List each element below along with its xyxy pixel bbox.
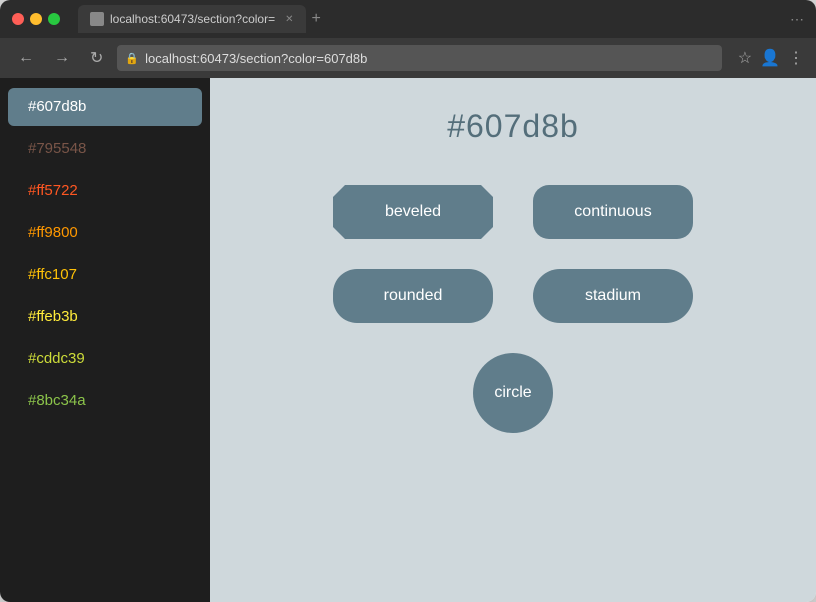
tab-label: localhost:60473/section?color= [110,12,275,26]
sidebar-item-label: #795548 [28,140,86,157]
shape-circle-button[interactable]: circle [473,353,553,433]
sidebar-item-ffc107[interactable]: #ffc107 [8,256,202,294]
shape-beveled-button[interactable]: beveled [333,185,493,239]
page-area: #607d8b beveledcontinuousroundedstadium … [210,78,816,602]
reload-button[interactable]: ↻ [84,44,109,72]
sidebar-item-cddc39[interactable]: #cddc39 [8,340,202,378]
close-button[interactable] [12,13,24,25]
shape-rounded-button[interactable]: rounded [333,269,493,323]
sidebar-item-label: #cddc39 [28,350,85,367]
sidebar-item-8bc34a[interactable]: #8bc34a [8,382,202,420]
title-bar: localhost:60473/section?color= ✕ + ⋯ [0,0,816,38]
window-controls: ⋯ [790,11,804,28]
back-button[interactable]: ← [12,45,40,71]
sidebar-item-ff5722[interactable]: #ff5722 [8,172,202,210]
shape-stadium-button[interactable]: stadium [533,269,693,323]
new-tab-button[interactable]: + [312,10,321,28]
sidebar-item-label: #ff9800 [28,224,78,241]
menu-icon[interactable]: ⋮ [788,48,804,68]
sidebar-item-ff9800[interactable]: #ff9800 [8,214,202,252]
sidebar-item-label: #ff5722 [28,182,78,199]
sidebar: #607d8b #795548 #ff5722 #ff9800 #ffc107 #ffeb… [0,78,210,602]
sidebar-item-label: #ffeb3b [28,308,78,325]
tab-area: localhost:60473/section?color= ✕ + [78,5,782,33]
shape-continuous-button[interactable]: continuous [533,185,693,239]
sidebar-item-607d8b[interactable]: #607d8b [8,88,202,126]
main-content: #607d8b #795548 #ff5722 #ff9800 #ffc107 #ffeb… [0,78,816,602]
nav-right-icons: ☆ 👤 ⋮ [738,48,804,68]
traffic-lights [12,13,60,25]
address-bar[interactable]: 🔒 localhost:60473/section?color=607d8b [117,45,721,71]
sidebar-item-795548[interactable]: #795548 [8,130,202,168]
address-text: localhost:60473/section?color=607d8b [145,51,714,66]
browser-window: localhost:60473/section?color= ✕ + ⋯ ← →… [0,0,816,602]
sidebar-item-label: #607d8b [28,98,86,115]
forward-button[interactable]: → [48,45,76,71]
profile-icon[interactable]: 👤 [760,48,780,68]
sidebar-item-ffeb3b[interactable]: #ffeb3b [8,298,202,336]
nav-bar: ← → ↻ 🔒 localhost:60473/section?color=60… [0,38,816,78]
lock-icon: 🔒 [125,52,139,65]
page-title: #607d8b [447,108,579,145]
tab-close-icon[interactable]: ✕ [285,14,293,25]
bookmark-icon[interactable]: ☆ [738,48,752,68]
maximize-button[interactable] [48,13,60,25]
sidebar-item-label: #8bc34a [28,392,86,409]
shapes-grid: beveled continuous rounded stadium [333,185,693,323]
minimize-button[interactable] [30,13,42,25]
sidebar-item-label: #ffc107 [28,266,77,283]
tab-favicon-icon [90,12,104,26]
circle-row: circle [473,353,553,433]
browser-tab[interactable]: localhost:60473/section?color= ✕ [78,5,306,33]
